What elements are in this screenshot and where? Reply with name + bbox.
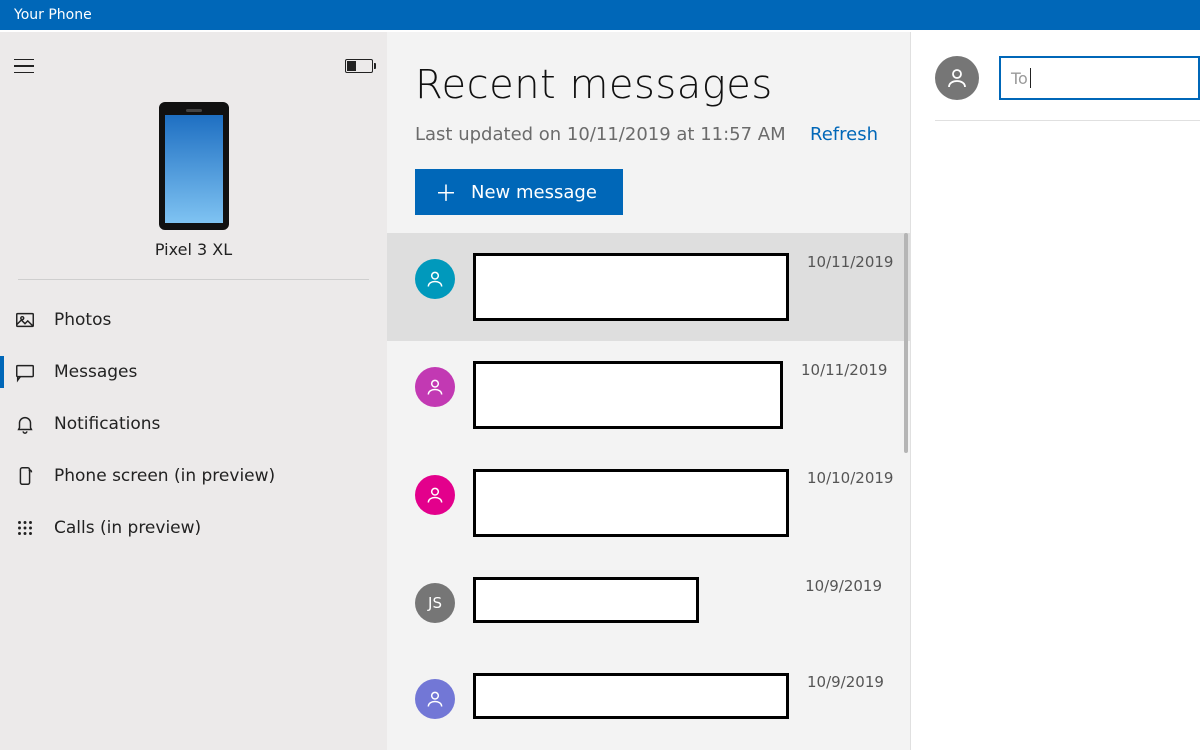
hamburger-icon[interactable] [8, 50, 40, 82]
scrollbar[interactable] [902, 233, 910, 621]
sidebar: Pixel 3 XL PhotosMessagesNotificationsPh… [0, 32, 387, 750]
text-caret [1030, 68, 1031, 88]
plus-icon: ＋ [435, 176, 457, 208]
sidebar-divider [18, 279, 369, 280]
refresh-link[interactable]: Refresh [810, 124, 878, 145]
sidebar-item-label: Notifications [54, 414, 160, 434]
to-placeholder: To [1011, 69, 1028, 88]
message-preview [473, 253, 789, 321]
to-input[interactable]: To [999, 56, 1200, 100]
contact-avatar-icon: JS [415, 583, 455, 623]
sidebar-item-label: Phone screen (in preview) [54, 466, 275, 486]
phone-frame-icon [159, 102, 229, 230]
message-preview [473, 577, 787, 623]
message-preview [473, 469, 789, 537]
message-date: 10/11/2019 [801, 361, 887, 379]
sidebar-item-calls[interactable]: Calls (in preview) [0, 502, 387, 554]
bell-icon [12, 413, 38, 435]
message-preview [473, 673, 789, 719]
sidebar-item-label: Photos [54, 310, 111, 330]
sidebar-nav: Photos Messages Notifications Phone screen … [0, 290, 387, 554]
title-bar: Your Phone [0, 0, 1200, 30]
messages-panel: Recent messages Last updated on 10/11/20… [387, 32, 910, 750]
phone-mirror-icon [12, 465, 38, 487]
sidebar-item-notifications[interactable]: Notifications [0, 398, 387, 450]
contact-avatar-icon [415, 259, 455, 299]
message-item[interactable]: 10/11/2019 [387, 233, 910, 341]
app-title: Your Phone [14, 7, 92, 23]
new-message-button[interactable]: ＋ New message [415, 169, 623, 215]
panel-title: Recent messages [415, 62, 882, 108]
compose-divider [935, 120, 1200, 121]
dialpad-icon [12, 517, 38, 539]
message-date: 10/9/2019 [805, 577, 882, 595]
chat-icon [12, 361, 38, 383]
sidebar-item-phone-screen[interactable]: Phone screen (in preview) [0, 450, 387, 502]
message-item[interactable]: 10/11/2019 [387, 341, 910, 449]
compose-panel: To [910, 32, 1200, 750]
device-preview: Pixel 3 XL [0, 102, 387, 259]
message-item[interactable]: 10/10/2019 [387, 449, 910, 557]
contact-avatar-icon [415, 679, 455, 719]
message-date: 10/10/2019 [807, 469, 893, 487]
image-icon [12, 309, 38, 331]
last-updated-text: Last updated on 10/11/2019 at 11:57 AM [415, 124, 786, 145]
sidebar-item-messages[interactable]: Messages [0, 346, 387, 398]
message-preview [473, 361, 783, 429]
recipient-avatar-icon [935, 56, 979, 100]
contact-avatar-icon [415, 475, 455, 515]
message-item[interactable]: JS 10/9/2019 [387, 557, 910, 653]
battery-icon [345, 59, 373, 73]
sidebar-item-label: Messages [54, 362, 137, 382]
sidebar-item-photos[interactable]: Photos [0, 294, 387, 346]
message-date: 10/11/2019 [807, 253, 893, 271]
new-message-label: New message [471, 182, 597, 203]
sidebar-item-label: Calls (in preview) [54, 518, 201, 538]
message-list: 10/11/2019 10/11/2019 10/10/2019 JS 10/9/201… [387, 233, 910, 750]
device-name: Pixel 3 XL [155, 240, 232, 259]
message-item[interactable]: 10/9/2019 [387, 653, 910, 749]
message-date: 10/9/2019 [807, 673, 884, 691]
contact-avatar-icon [415, 367, 455, 407]
